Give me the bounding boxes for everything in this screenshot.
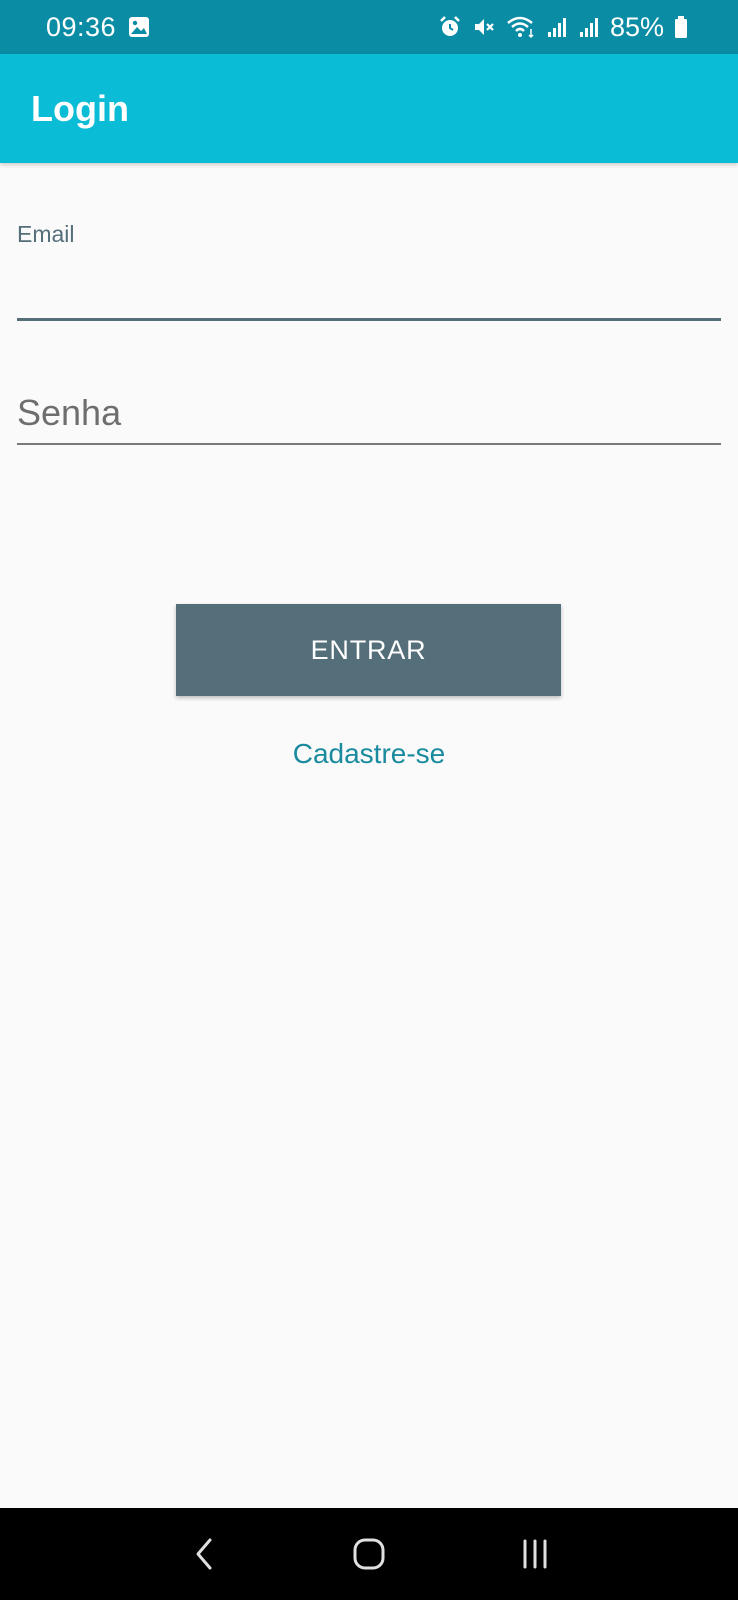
signal-icon [578, 16, 600, 38]
status-bar: 09:36 85% [0, 0, 738, 54]
mute-icon [472, 15, 496, 39]
battery-icon [674, 16, 688, 38]
home-icon[interactable] [339, 1524, 399, 1584]
navigation-bar [0, 1508, 738, 1600]
back-icon[interactable] [173, 1524, 233, 1584]
recents-icon[interactable] [505, 1524, 565, 1584]
image-icon [128, 16, 150, 38]
status-left: 09:36 [46, 12, 150, 43]
signal-icon [546, 16, 568, 38]
wifi-icon [506, 15, 536, 39]
signup-link[interactable]: Cadastre-se [0, 738, 738, 770]
login-button[interactable]: ENTRAR [176, 604, 561, 696]
app-bar: Login [0, 54, 738, 163]
email-field[interactable] [17, 255, 721, 321]
email-label: Email [17, 221, 75, 247]
page-title: Login [31, 87, 129, 129]
status-time: 09:36 [46, 11, 117, 42]
battery-percent: 85% [609, 11, 664, 42]
alarm-icon [438, 15, 462, 39]
password-field[interactable] [17, 383, 721, 445]
status-right: 85% [438, 12, 688, 43]
